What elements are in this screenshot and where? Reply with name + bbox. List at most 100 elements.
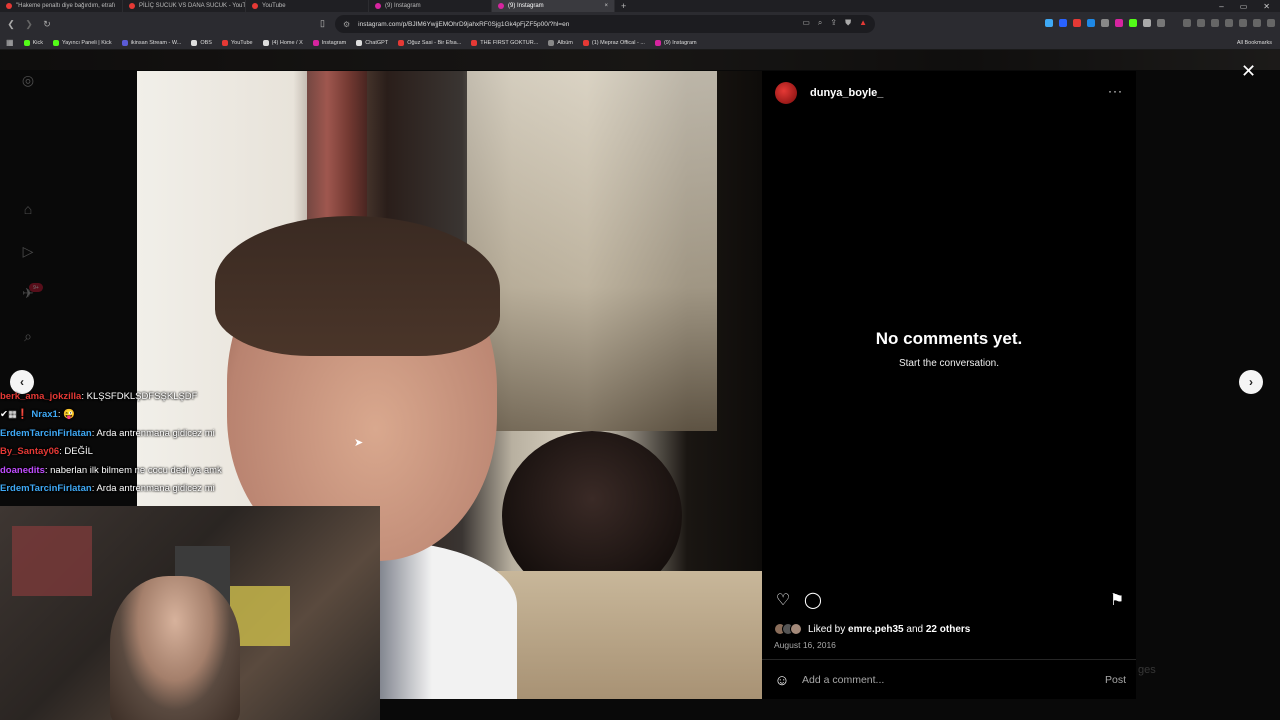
bookmark-item[interactable]: Yayıncı Paneli | Kick — [52, 39, 112, 46]
post-date[interactable]: August 16, 2016 — [774, 640, 836, 650]
bookmark-item[interactable]: ikinsan Stream - W... — [121, 39, 182, 46]
shield-icon[interactable]: ⛊ — [845, 18, 851, 28]
bookmark-label: Kick — [32, 39, 43, 46]
divider — [762, 659, 1136, 660]
menu-icon[interactable] — [1197, 19, 1205, 27]
extension-icon[interactable] — [1211, 19, 1219, 27]
extension-icon[interactable] — [1225, 19, 1233, 27]
like-heart-icon[interactable]: ♡ — [772, 589, 794, 611]
new-tab-button[interactable]: + — [615, 1, 632, 11]
bookmark-label: ikinsan Stream - W... — [130, 39, 182, 46]
extension-icon[interactable] — [1073, 19, 1081, 27]
bookmark-label: (9) Instagram — [663, 39, 697, 46]
browser-tab[interactable]: PİLİÇ SUCUK VS DANA SUCUK - YouTube — [123, 0, 246, 12]
bookmark-favicon-icon — [121, 39, 128, 46]
chat-username: ErdemTarcinFirlatan — [0, 483, 92, 495]
all-bookmarks-button[interactable]: All Bookmarks — [1237, 40, 1280, 46]
bookmark-label: YouTube — [230, 39, 253, 46]
bookmark-favicon-icon — [191, 39, 198, 46]
reload-icon[interactable]: ↻ — [40, 19, 54, 30]
bookmark-favicon-icon — [262, 39, 269, 46]
photo-cabinet — [467, 71, 717, 431]
bookmark-favicon-icon — [23, 39, 30, 46]
browser-tab[interactable]: YouTube — [246, 0, 369, 12]
tab-title: (9) Instagram — [508, 3, 544, 9]
omnibox-icons: ▭ ⌕ ⇪ ⛊ ▲ — [802, 18, 867, 28]
bookmark-item[interactable]: THE FIRST GOKTUR... — [471, 39, 538, 46]
instagram-page: ◎ ⌂ ▷ ✈ 9+ ⌕ ges ✕ ‹ › dunya_boyle_ ··· … — [0, 50, 1280, 720]
bookmark-item[interactable]: Albüm — [548, 39, 573, 46]
extension-icon[interactable] — [1267, 19, 1275, 27]
bookmark-favicon-icon — [52, 39, 59, 46]
minimize-button[interactable]: – — [1219, 2, 1223, 11]
tab-close-icon[interactable]: × — [604, 3, 608, 9]
extensions-puzzle-icon[interactable] — [1157, 19, 1165, 27]
browser-tab[interactable]: "Hakeme penaltı diye bağırdım, etrafı — [0, 0, 123, 12]
extension-icon[interactable] — [1087, 19, 1095, 27]
window-controls: – ▭ ✕ — [1219, 2, 1280, 11]
chat-text: : Arda antrenmana gidicez mi — [91, 427, 215, 439]
more-options-icon[interactable]: ··· — [1108, 84, 1123, 98]
emoji-icon[interactable]: ☺ — [772, 670, 792, 690]
browser-tab[interactable]: (9) Instagram × — [492, 0, 615, 12]
chat-text: : KLŞSFDKLŞDFSŞKLŞDF — [81, 391, 198, 402]
comment-input[interactable] — [802, 674, 1105, 686]
extension-icon[interactable] — [1115, 19, 1123, 27]
chat-text: : 😜 — [57, 409, 75, 421]
url-text: instagram.com/p/BJIM6YwjjEMOhrD9jahxRF0S… — [358, 20, 570, 28]
share-icon[interactable]: ⇪ — [830, 18, 837, 28]
forward-icon[interactable]: ❯ — [22, 19, 36, 30]
bookmark-favicon-icon — [356, 39, 363, 46]
chat-message: ErdemTarcinFirlatan: Arda antrenmana gid… — [0, 480, 380, 498]
bookmark-favicon-icon — [471, 39, 478, 46]
likes-others[interactable]: 22 others — [926, 624, 970, 635]
extension-icon[interactable] — [1101, 19, 1109, 27]
bookmark-item[interactable]: (1) Mepraz Offical - ... — [582, 39, 645, 46]
extension-icon[interactable] — [1129, 19, 1137, 27]
chat-username: doanedits — [0, 464, 45, 476]
close-icon[interactable]: ✕ — [1241, 62, 1256, 80]
liker-username[interactable]: emre.peh35 — [848, 624, 904, 635]
bookmark-item[interactable]: ChatGPT — [356, 39, 388, 46]
bookmark-favicon-icon — [548, 39, 555, 46]
tab-title: (9) Instagram — [385, 3, 421, 9]
avatar[interactable] — [775, 82, 797, 104]
next-post-button[interactable]: › — [1239, 370, 1263, 394]
bookmark-item[interactable]: Kick — [23, 39, 43, 46]
bookmark-item[interactable]: (9) Instagram — [654, 39, 697, 46]
streamer-webcam — [0, 506, 380, 720]
bookmark-item[interactable]: OBS — [191, 39, 212, 46]
extension-icon[interactable] — [1045, 19, 1053, 27]
rewards-icon[interactable]: ▲ — [859, 18, 867, 28]
back-icon[interactable]: ❮ — [4, 19, 18, 30]
sidebar-toggle-icon[interactable] — [1183, 19, 1191, 27]
comment-icon[interactable]: ◯ — [802, 589, 824, 611]
bookmark-item[interactable]: YouTube — [221, 39, 253, 46]
chat-username: By_Santay06 — [0, 446, 60, 458]
maximize-button[interactable]: ▭ — [1240, 2, 1248, 11]
tab-title: PİLİÇ SUCUK VS DANA SUCUK - YouTube — [139, 3, 246, 9]
webcam-poster — [12, 526, 92, 596]
post-username[interactable]: dunya_boyle_ — [810, 87, 883, 99]
site-info-icon[interactable]: ⚙ — [343, 20, 350, 29]
tab-favicon-icon — [129, 3, 135, 9]
bookmark-page-icon[interactable]: ▯ — [320, 18, 325, 29]
extension-icon[interactable] — [1059, 19, 1067, 27]
zoom-icon[interactable]: ⌕ — [818, 18, 822, 28]
close-window-button[interactable]: ✕ — [1263, 2, 1270, 11]
url-field[interactable]: ⚙ instagram.com/p/BJIM6YwjjEMOhrD9jahxRF… — [335, 15, 875, 33]
bookmark-item[interactable]: Instagram — [312, 39, 346, 46]
bookmark-label: Albüm — [557, 39, 573, 46]
save-bookmark-icon[interactable]: ⚑ — [1106, 589, 1128, 611]
apps-icon[interactable]: ▦ — [6, 38, 14, 47]
extension-icon[interactable] — [1253, 19, 1261, 27]
extension-icon[interactable] — [1143, 19, 1151, 27]
browser-tab[interactable]: (9) Instagram — [369, 0, 492, 12]
bookmark-item[interactable]: (4) Home / X — [262, 39, 303, 46]
chat-message: ✔▦❗ Nrax1: 😜 — [0, 406, 380, 424]
bookmark-item[interactable]: Oğuz Sasi - Bir Efsa... — [398, 39, 461, 46]
extension-icon[interactable] — [1239, 19, 1247, 27]
post-button[interactable]: Post — [1105, 674, 1126, 686]
bookmark-label: (1) Mepraz Offical - ... — [591, 39, 645, 46]
cast-icon[interactable]: ▭ — [802, 18, 810, 28]
